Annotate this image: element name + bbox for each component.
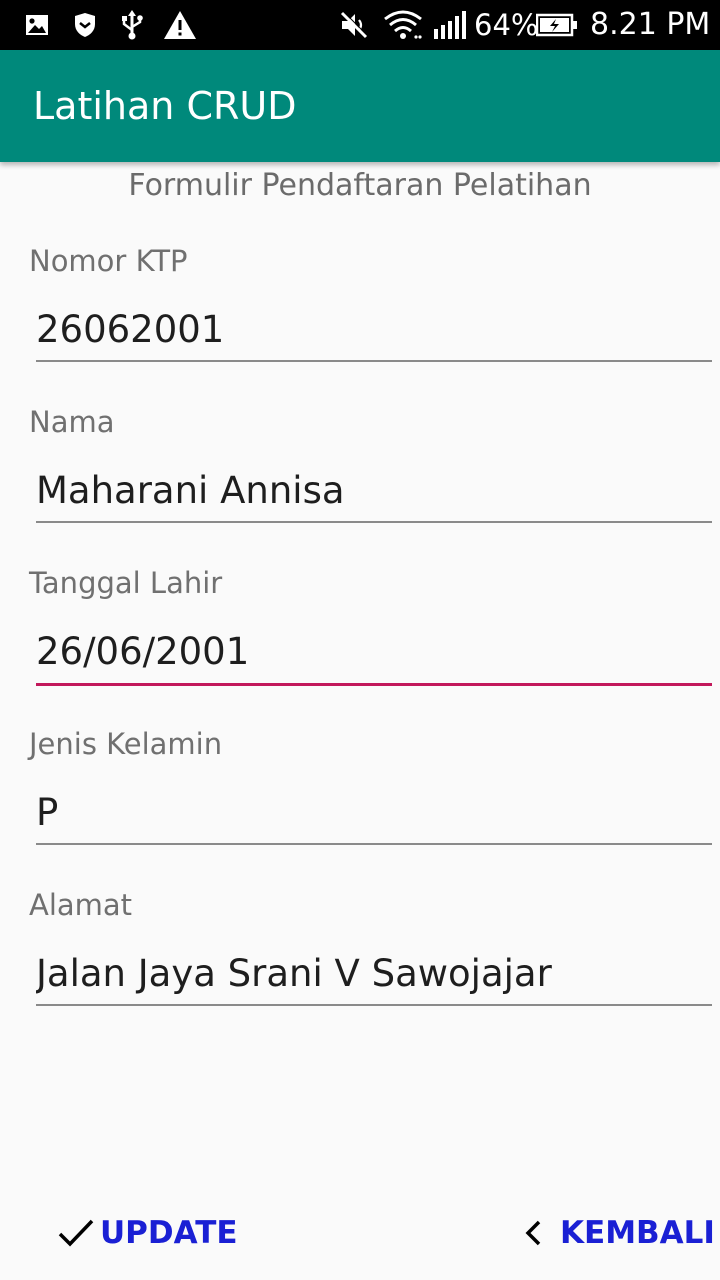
nama-underline bbox=[36, 521, 712, 523]
form-heading: Formulir Pendaftaran Pelatihan bbox=[128, 168, 592, 203]
wifi-icon bbox=[382, 0, 424, 50]
check-icon bbox=[58, 1218, 94, 1248]
screen: 64% 8.21 PM Latihan CRUD Formulir Pendaf… bbox=[0, 0, 720, 1280]
tanggal-lahir-input[interactable]: 26/06/2001 bbox=[36, 624, 712, 680]
warning-icon bbox=[162, 0, 198, 50]
nomor-ktp-underline bbox=[36, 360, 712, 362]
status-time: 8.21 PM bbox=[590, 7, 711, 42]
mute-icon bbox=[338, 0, 370, 50]
label-tanggal-lahir: Tanggal Lahir bbox=[29, 566, 223, 600]
battery-percent: 64% bbox=[474, 8, 539, 42]
chevron-left-icon bbox=[524, 1219, 542, 1247]
label-nama: Nama bbox=[29, 405, 115, 439]
signal-icon bbox=[432, 0, 468, 50]
nama-input[interactable]: Maharani Annisa bbox=[36, 463, 712, 519]
kembali-button-label: KEMBALI bbox=[560, 1215, 715, 1251]
app-bar: Latihan CRUD bbox=[0, 50, 720, 162]
update-button-label: UPDATE bbox=[100, 1215, 238, 1251]
battery-charging-icon bbox=[535, 0, 579, 50]
update-button[interactable]: UPDATE bbox=[58, 1205, 238, 1261]
alamat-input[interactable]: Jalan Jaya Srani V Sawojajar bbox=[36, 946, 712, 1002]
shield-icon bbox=[72, 0, 98, 50]
label-nomor-ktp: Nomor KTP bbox=[29, 244, 188, 278]
label-alamat: Alamat bbox=[29, 888, 133, 922]
alamat-underline bbox=[36, 1004, 712, 1006]
tanggal-lahir-underline bbox=[36, 683, 712, 686]
jenis-kelamin-underline bbox=[36, 843, 712, 845]
label-jenis-kelamin: Jenis Kelamin bbox=[29, 727, 223, 761]
kembali-button[interactable]: KEMBALI bbox=[524, 1205, 715, 1261]
nomor-ktp-input[interactable]: 26062001 bbox=[36, 302, 712, 358]
usb-icon bbox=[118, 0, 146, 50]
app-title: Latihan CRUD bbox=[33, 84, 297, 128]
status-bar: 64% 8.21 PM bbox=[0, 0, 720, 50]
jenis-kelamin-input[interactable]: P bbox=[36, 785, 712, 841]
image-icon bbox=[24, 0, 50, 50]
